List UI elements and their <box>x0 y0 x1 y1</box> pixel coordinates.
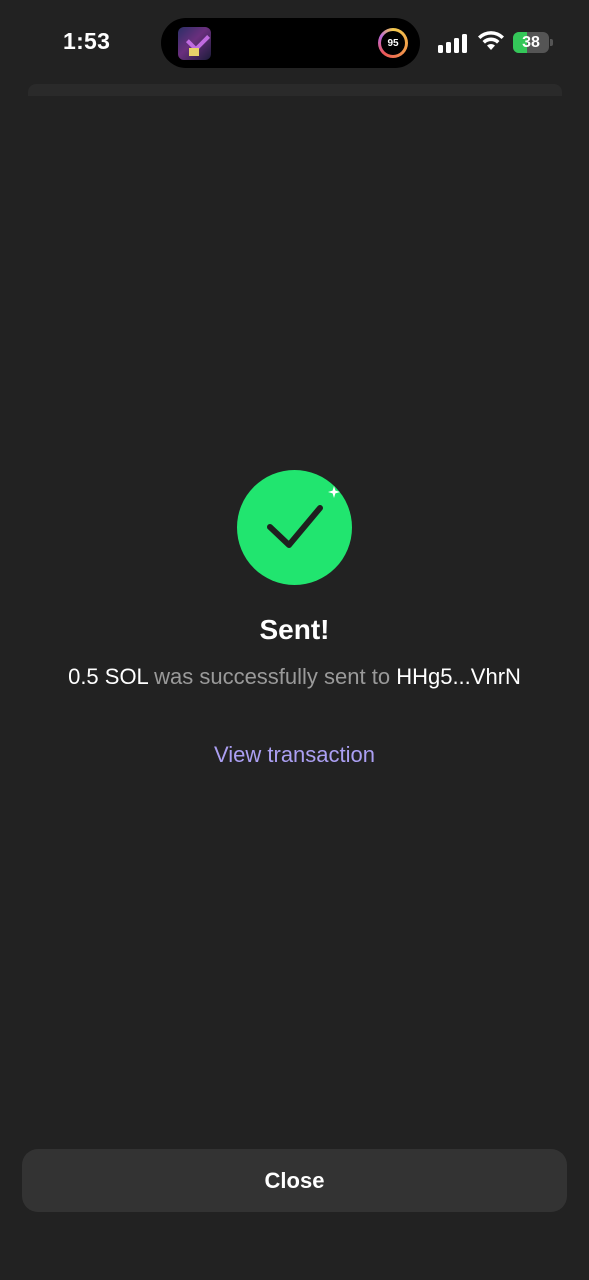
battery-level: 38 <box>522 33 540 51</box>
status-time: 1:53 <box>63 28 111 54</box>
activity-ring-value: 95 <box>381 31 405 55</box>
view-transaction-link[interactable]: View transaction <box>0 742 589 768</box>
close-button[interactable]: Close <box>22 1149 567 1212</box>
battery-cap <box>550 39 553 46</box>
activity-ring-icon: 95 <box>378 28 408 58</box>
sparkle-icon <box>328 486 340 498</box>
sheet-top-edge <box>28 84 562 96</box>
wifi-icon <box>477 30 505 52</box>
sent-amount: 0.5 SOL <box>68 664 148 689</box>
app-thumbnail-icon <box>178 27 211 60</box>
cellular-signal-icon <box>438 33 468 53</box>
result-message: 0.5 SOL was successfully sent to HHg5...… <box>60 662 529 692</box>
battery-charging-icon: 38 <box>513 32 549 53</box>
result-title: Sent! <box>259 614 330 645</box>
dynamic-island[interactable]: 95 <box>161 18 420 68</box>
message-text: was successfully sent to <box>147 664 397 689</box>
status-bar: 1:53 95 38 <box>0 0 589 88</box>
checkmark-icon <box>267 486 340 548</box>
success-badge <box>237 470 352 585</box>
recipient-address: HHg5...VhrN <box>396 664 521 689</box>
